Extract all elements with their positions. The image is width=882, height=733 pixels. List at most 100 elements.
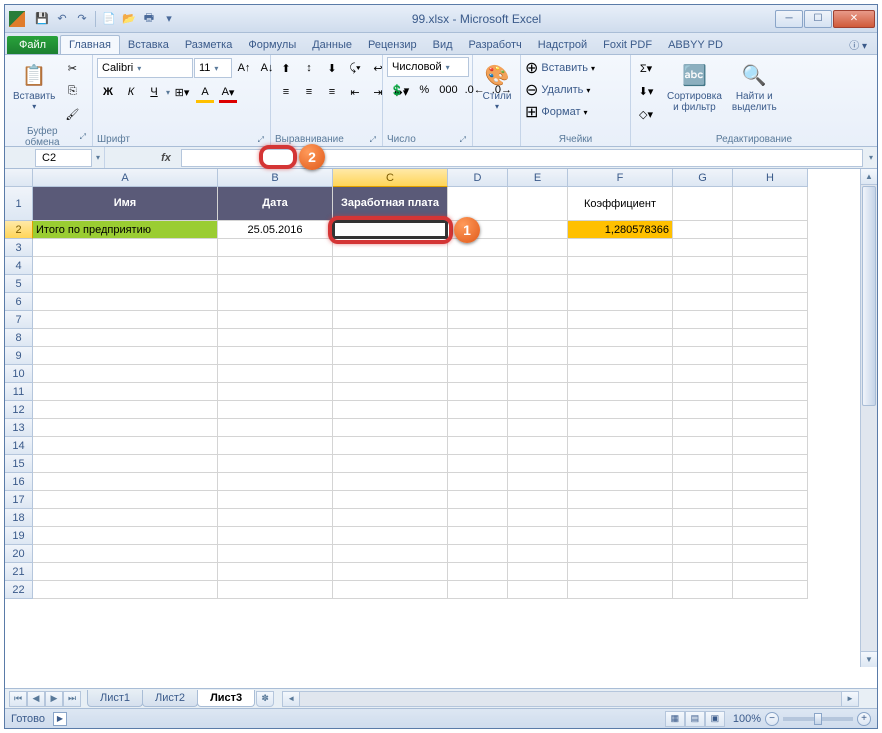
cell[interactable] bbox=[33, 419, 218, 437]
column-header[interactable]: H bbox=[733, 169, 808, 187]
normal-view-icon[interactable]: ▦ bbox=[665, 711, 685, 727]
cell[interactable] bbox=[568, 563, 673, 581]
cell[interactable] bbox=[448, 311, 508, 329]
cell[interactable] bbox=[508, 419, 568, 437]
cell[interactable] bbox=[733, 401, 808, 419]
qat-btn[interactable]: 📂 bbox=[120, 10, 138, 28]
cell[interactable] bbox=[733, 419, 808, 437]
cell[interactable] bbox=[218, 419, 333, 437]
cell[interactable] bbox=[33, 527, 218, 545]
cell[interactable] bbox=[218, 365, 333, 383]
cell[interactable] bbox=[673, 419, 733, 437]
horizontal-scrollbar[interactable] bbox=[282, 691, 859, 707]
cell[interactable] bbox=[448, 401, 508, 419]
cell[interactable] bbox=[333, 311, 448, 329]
cell[interactable] bbox=[448, 419, 508, 437]
cell[interactable] bbox=[333, 257, 448, 275]
cell[interactable] bbox=[448, 239, 508, 257]
cell[interactable] bbox=[448, 581, 508, 599]
cell[interactable] bbox=[673, 401, 733, 419]
cell[interactable] bbox=[333, 545, 448, 563]
cell[interactable] bbox=[508, 491, 568, 509]
dialog-launcher-icon[interactable]: ⤢ bbox=[80, 132, 88, 142]
cell[interactable] bbox=[33, 581, 218, 599]
cell[interactable] bbox=[448, 293, 508, 311]
column-header[interactable]: G bbox=[673, 169, 733, 187]
cell[interactable] bbox=[448, 187, 508, 221]
copy-icon[interactable]: ⎘ bbox=[61, 80, 83, 102]
select-all-corner[interactable] bbox=[5, 169, 33, 187]
cell[interactable] bbox=[33, 293, 218, 311]
cell[interactable] bbox=[508, 221, 568, 239]
cell[interactable] bbox=[333, 293, 448, 311]
cell[interactable] bbox=[333, 401, 448, 419]
cell[interactable] bbox=[508, 527, 568, 545]
cell[interactable] bbox=[673, 329, 733, 347]
cell[interactable]: 1,280578366 bbox=[568, 221, 673, 239]
column-header[interactable]: A bbox=[33, 169, 218, 187]
row-header[interactable]: 20 bbox=[5, 545, 33, 563]
cell[interactable] bbox=[508, 187, 568, 221]
tab-insert[interactable]: Вставка bbox=[120, 36, 177, 54]
row-header[interactable]: 6 bbox=[5, 293, 33, 311]
cell[interactable] bbox=[218, 545, 333, 563]
number-format-combo[interactable]: Числовой▾ bbox=[387, 57, 469, 77]
cell[interactable] bbox=[333, 347, 448, 365]
cell[interactable] bbox=[673, 545, 733, 563]
cell[interactable] bbox=[733, 221, 808, 239]
cell[interactable] bbox=[733, 383, 808, 401]
cell[interactable] bbox=[508, 239, 568, 257]
italic-button[interactable]: К bbox=[120, 81, 142, 103]
tab-data[interactable]: Данные bbox=[304, 36, 360, 54]
cell[interactable] bbox=[448, 563, 508, 581]
cell[interactable] bbox=[673, 437, 733, 455]
page-layout-view-icon[interactable]: ▤ bbox=[685, 711, 705, 727]
zoom-out-icon[interactable]: − bbox=[765, 712, 779, 726]
format-cells-button[interactable]: Формат bbox=[541, 106, 580, 118]
cell[interactable] bbox=[333, 365, 448, 383]
cell[interactable] bbox=[673, 527, 733, 545]
cell[interactable] bbox=[508, 581, 568, 599]
minimize-button[interactable]: ─ bbox=[775, 10, 803, 28]
cell[interactable] bbox=[733, 365, 808, 383]
formula-input[interactable] bbox=[181, 149, 863, 167]
clear-icon[interactable]: ◇▾ bbox=[635, 103, 657, 125]
cell[interactable] bbox=[568, 329, 673, 347]
cell[interactable] bbox=[333, 509, 448, 527]
cell[interactable] bbox=[733, 347, 808, 365]
zoom-in-icon[interactable]: + bbox=[857, 712, 871, 726]
row-header[interactable]: 13 bbox=[5, 419, 33, 437]
cell[interactable]: 25.05.2016 bbox=[218, 221, 333, 239]
cell[interactable] bbox=[673, 383, 733, 401]
cell[interactable] bbox=[218, 563, 333, 581]
cell[interactable] bbox=[733, 509, 808, 527]
cell[interactable] bbox=[568, 275, 673, 293]
cell[interactable] bbox=[448, 329, 508, 347]
cell[interactable] bbox=[508, 329, 568, 347]
cell[interactable] bbox=[33, 239, 218, 257]
row-header[interactable]: 17 bbox=[5, 491, 33, 509]
cell[interactable] bbox=[673, 275, 733, 293]
sheet-nav-next-icon[interactable]: ▶ bbox=[45, 691, 63, 707]
cell[interactable] bbox=[733, 293, 808, 311]
new-sheet-icon[interactable]: ✽ bbox=[256, 691, 274, 707]
insert-function-button[interactable]: fx bbox=[155, 149, 177, 167]
cell[interactable] bbox=[33, 545, 218, 563]
row-header[interactable]: 11 bbox=[5, 383, 33, 401]
cell[interactable] bbox=[508, 365, 568, 383]
cell[interactable] bbox=[333, 419, 448, 437]
cell[interactable] bbox=[568, 311, 673, 329]
cell[interactable] bbox=[218, 311, 333, 329]
qat-btn[interactable]: 📄 bbox=[100, 10, 118, 28]
cell[interactable] bbox=[508, 347, 568, 365]
cell[interactable] bbox=[218, 473, 333, 491]
tab-review[interactable]: Рецензир bbox=[360, 36, 425, 54]
qat-btn[interactable]: 🖶 bbox=[140, 10, 158, 28]
row-header[interactable]: 14 bbox=[5, 437, 33, 455]
formula-bar-expand-icon[interactable]: ▾ bbox=[865, 153, 877, 162]
qat-customize-icon[interactable]: ▾ bbox=[160, 10, 178, 28]
cell[interactable] bbox=[508, 275, 568, 293]
cell[interactable] bbox=[448, 491, 508, 509]
cell[interactable] bbox=[568, 473, 673, 491]
cell[interactable] bbox=[33, 473, 218, 491]
